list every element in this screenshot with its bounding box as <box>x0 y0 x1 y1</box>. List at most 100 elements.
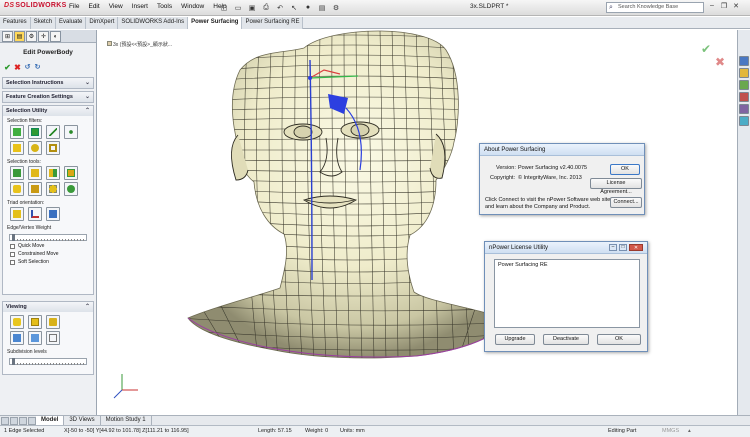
view-shaded-icon[interactable] <box>28 331 42 345</box>
constrained-move-checkbox[interactable]: Constrained Move <box>3 250 93 258</box>
status-options-icon[interactable]: ▴ <box>688 428 691 434</box>
filter-edges-icon[interactable] <box>46 125 60 139</box>
collapse-chevron-icon[interactable]: ⌄ <box>85 78 90 88</box>
deactivate-button[interactable]: Deactivate <box>543 334 589 345</box>
connect-button[interactable]: Connect... <box>610 197 642 208</box>
license-agreement-button[interactable]: License Agreement... <box>590 178 642 195</box>
restore-icon[interactable]: ❐ <box>718 2 730 13</box>
tab-model[interactable]: Model <box>36 416 65 425</box>
triad-local-icon[interactable] <box>28 207 42 221</box>
menu-edit[interactable]: Edit <box>88 3 99 10</box>
print-icon[interactable]: ⎙ <box>260 2 272 13</box>
upgrade-button[interactable]: Upgrade <box>495 334 535 345</box>
quick-move-checkbox[interactable]: Quick Move <box>3 242 93 250</box>
configuration-icon[interactable]: ⚙ <box>26 31 37 42</box>
menu-view[interactable]: View <box>109 3 123 10</box>
license-list-item[interactable]: Power Surfacing RE <box>495 260 639 270</box>
tab-evaluate[interactable]: Evaluate <box>56 17 87 29</box>
tab-power-surfacing-re[interactable]: Power Surfacing RE <box>242 17 304 29</box>
select-loop-icon[interactable] <box>28 141 42 155</box>
resources-icon[interactable] <box>739 56 749 66</box>
filter-bodies-icon[interactable] <box>28 125 42 139</box>
unit-system[interactable]: MMGS <box>662 428 679 434</box>
grow-selection-icon[interactable] <box>10 166 24 180</box>
collapse-chevron-icon[interactable]: ⌃ <box>85 302 90 312</box>
design-library-icon[interactable] <box>739 68 749 78</box>
soft-selection-checkbox[interactable]: Soft Selection <box>3 258 93 266</box>
tab-scroll-right-icon[interactable] <box>10 417 18 425</box>
slider-knob[interactable] <box>12 358 15 365</box>
confirm-check-icon[interactable]: ✔ <box>701 42 711 56</box>
select-boundary-icon[interactable] <box>10 182 24 196</box>
collapse-chevron-icon[interactable]: ⌄ <box>85 92 90 102</box>
confirm-cancel-icon[interactable]: ✖ <box>715 55 725 69</box>
file-properties-icon[interactable]: ▤ <box>316 2 328 13</box>
selection-utility-header[interactable]: Selection Utility ⌃ <box>3 106 93 116</box>
maximize-icon[interactable]: □ <box>619 244 627 251</box>
undo-arrow-icon[interactable]: ↺ <box>23 63 32 75</box>
cancel-x-icon[interactable]: ✖ <box>13 63 22 75</box>
tab-sketch[interactable]: Sketch <box>30 17 57 29</box>
select-ring-icon[interactable] <box>46 141 60 155</box>
search-input[interactable]: ⌕ Search Knowledge Base <box>606 2 704 13</box>
menu-window[interactable]: Window <box>181 3 204 10</box>
triad-global-icon[interactable] <box>10 207 24 221</box>
invert-selection-icon[interactable] <box>46 166 60 180</box>
triad-screen-icon[interactable] <box>46 207 60 221</box>
about-ok-button[interactable]: OK <box>610 164 640 175</box>
options-gear-icon[interactable]: ⚙ <box>330 2 342 13</box>
tab-features[interactable]: Features <box>0 17 31 29</box>
viewing-header[interactable]: Viewing ⌃ <box>3 302 93 312</box>
undo-icon[interactable]: ↶ <box>274 2 286 13</box>
view-smooth-icon[interactable] <box>10 315 24 329</box>
edge-vertex-weight-slider[interactable] <box>9 234 87 241</box>
select-arrow-icon[interactable]: ↖ <box>288 2 300 13</box>
tab-addins[interactable]: SOLIDWORKS Add-Ins <box>118 17 189 29</box>
tab-scroll-first-icon[interactable] <box>19 417 27 425</box>
tab-scroll-last-icon[interactable] <box>28 417 36 425</box>
feature-tree-icon[interactable]: ⊞ <box>2 31 13 42</box>
tab-dimxpert[interactable]: DimXpert <box>86 17 119 29</box>
property-manager-icon[interactable]: ▤ <box>14 31 25 42</box>
view-box-icon[interactable] <box>28 315 42 329</box>
feature-creation-settings-header[interactable]: Feature Creation Settings ⌄ <box>3 92 93 102</box>
new-document-icon[interactable]: ▢ <box>218 2 230 13</box>
select-similar-icon[interactable] <box>46 182 60 196</box>
custom-properties-icon[interactable] <box>739 116 749 126</box>
collapse-chevron-icon[interactable]: ⌃ <box>85 106 90 116</box>
shrink-selection-icon[interactable] <box>28 166 42 180</box>
menu-file[interactable]: File <box>69 3 79 10</box>
view-both-icon[interactable] <box>46 315 60 329</box>
open-folder-icon[interactable]: ▭ <box>232 2 244 13</box>
license-list[interactable]: Power Surfacing RE <box>494 259 640 328</box>
select-all-icon[interactable] <box>10 141 24 155</box>
select-pattern-icon[interactable] <box>28 182 42 196</box>
head-model[interactable] <box>98 30 736 415</box>
view-wire-icon[interactable] <box>10 331 24 345</box>
dimxpert-icon[interactable]: ✛ <box>38 31 49 42</box>
menu-tools[interactable]: Tools <box>157 3 172 10</box>
ok-check-icon[interactable]: ✔ <box>3 63 12 75</box>
filter-faces-icon[interactable] <box>10 125 24 139</box>
minimize-icon[interactable]: – <box>706 2 718 13</box>
minimize-icon[interactable]: – <box>609 244 617 251</box>
slider-knob[interactable] <box>12 234 15 241</box>
close-icon[interactable]: ✕ <box>730 2 742 13</box>
tab-scroll-left-icon[interactable] <box>1 417 9 425</box>
redo-arrow-icon[interactable]: ↻ <box>33 63 42 75</box>
file-explorer-icon[interactable] <box>739 80 749 90</box>
rebuild-icon[interactable]: ● <box>302 2 314 13</box>
selection-instructions-header[interactable]: Selection Instructions ⌄ <box>3 78 93 88</box>
save-icon[interactable]: ▣ <box>246 2 258 13</box>
tab-3d-views[interactable]: 3D Views <box>64 416 101 425</box>
tab-power-surfacing[interactable]: Power Surfacing <box>188 17 243 29</box>
select-islands-icon[interactable] <box>64 182 78 196</box>
menu-insert[interactable]: Insert <box>132 3 148 10</box>
view-xray-icon[interactable] <box>46 331 60 345</box>
close-icon[interactable]: ✕ <box>629 244 643 251</box>
tab-motion-study[interactable]: Motion Study 1 <box>101 416 152 425</box>
select-region-icon[interactable] <box>64 166 78 180</box>
display-manager-icon[interactable]: ◐ <box>50 31 61 42</box>
license-ok-button[interactable]: OK <box>597 334 641 345</box>
appearances-icon[interactable] <box>739 104 749 114</box>
